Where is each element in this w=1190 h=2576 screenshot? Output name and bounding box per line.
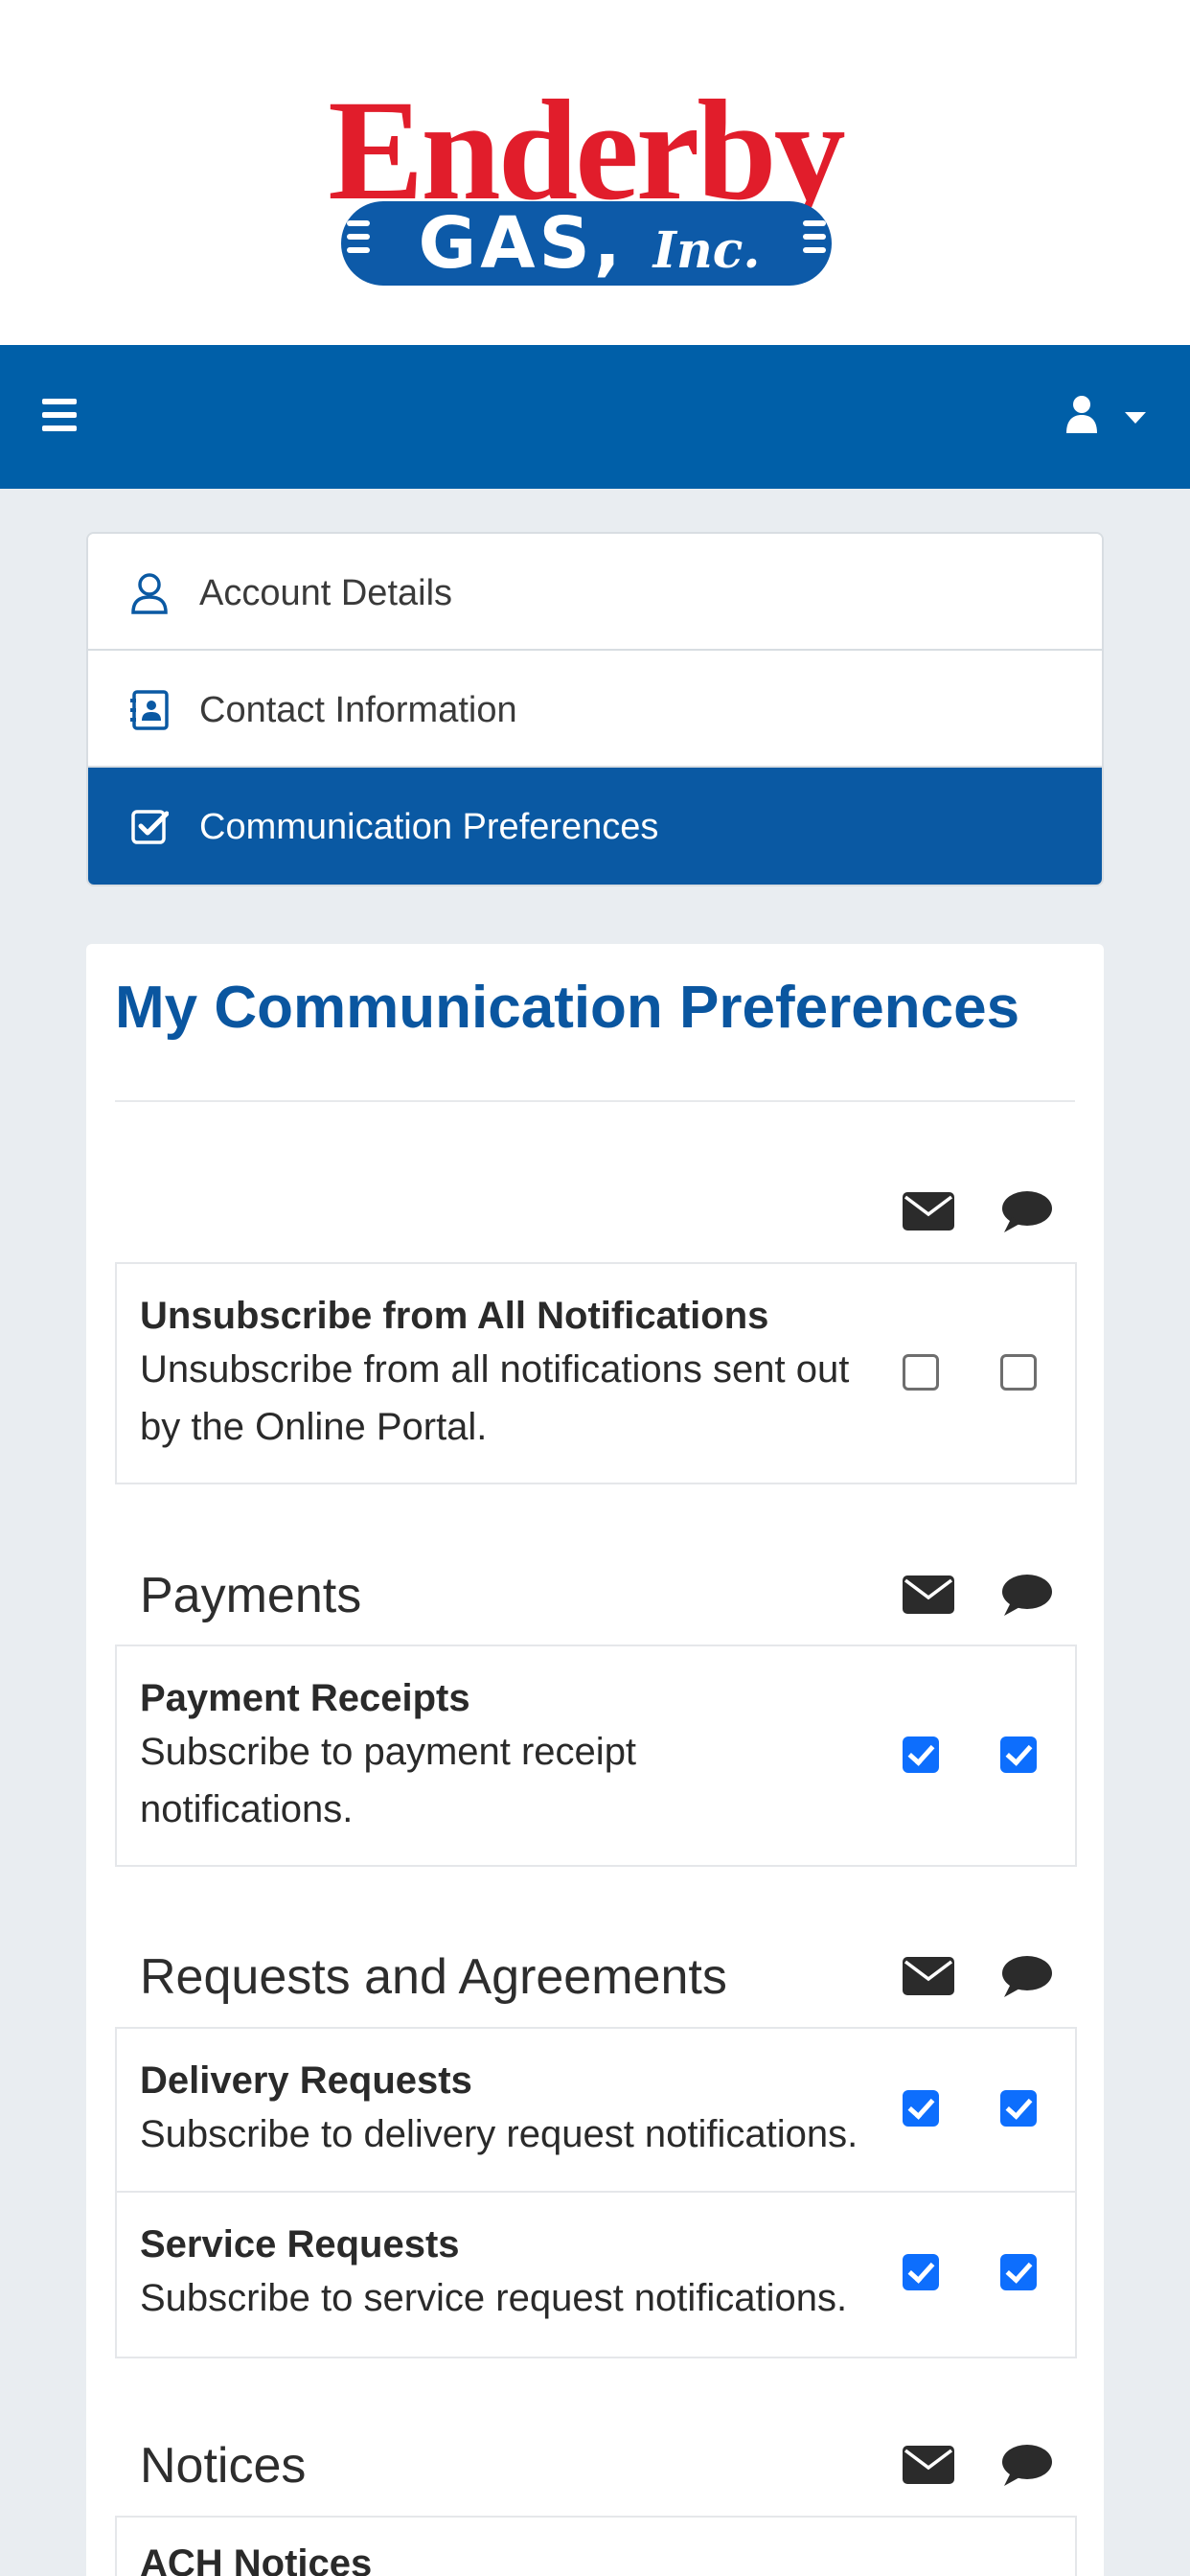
logo-badge: GAS, Inc. [341, 201, 832, 286]
delivery-requests-email-checkbox[interactable] [903, 2090, 939, 2127]
logo-gas-text: GAS, Inc. [418, 202, 761, 285]
chevron-down-icon [1125, 412, 1146, 424]
service-requests-sms-checkbox[interactable] [1000, 2254, 1037, 2290]
envelope-icon [903, 1192, 954, 1230]
top-navbar [0, 345, 1190, 489]
pref-description: Subscribe to service request notificatio… [140, 2277, 848, 2319]
enderby-gas-logo[interactable]: Enderby GAS, Inc. [314, 79, 857, 291]
pref-description: Subscribe to delivery request notificati… [140, 2113, 858, 2155]
account-menu: Account Details Contact Information Comm… [86, 532, 1104, 886]
pref-description: Subscribe to payment receipt notificatio… [140, 1731, 637, 1830]
chat-bubble-icon [1002, 2445, 1052, 2486]
service-requests-email-checkbox[interactable] [903, 2254, 939, 2290]
menu-item-label: Communication Preferences [199, 807, 659, 847]
pref-row-ach-notices: ACH Notices [117, 2518, 1075, 2576]
notices-box: ACH Notices [115, 2516, 1077, 2576]
payment-receipts-sms-checkbox[interactable] [1000, 1736, 1037, 1773]
pref-row-payment-receipts: Payment Receipts Subscribe to payment re… [117, 1646, 1075, 1865]
user-icon [1066, 396, 1097, 433]
chat-bubble-icon [1002, 1191, 1052, 1232]
menu-item-label: Contact Information [199, 690, 517, 730]
pref-row-unsubscribe: Unsubscribe from All Notifications Unsub… [117, 1264, 1075, 1483]
envelope-icon [903, 1957, 954, 1995]
pref-row-delivery-requests: Delivery Requests Subscribe to delivery … [117, 2029, 1075, 2193]
pref-name: Service Requests [140, 2223, 460, 2266]
pref-name: Unsubscribe from All Notifications [140, 1295, 769, 1337]
menu-item-account-details[interactable]: Account Details [88, 534, 1102, 651]
page-title: My Communication Preferences [115, 975, 1020, 1041]
delivery-requests-sms-checkbox[interactable] [1000, 2090, 1037, 2127]
pref-name: ACH Notices [140, 2542, 373, 2576]
logo-lines-left [347, 220, 370, 266]
user-icon [131, 573, 168, 614]
envelope-icon [903, 1576, 954, 1614]
unsubscribe-sms-checkbox[interactable] [1000, 1354, 1037, 1391]
hamburger-menu-icon[interactable] [42, 399, 77, 433]
contact-card-icon [130, 690, 169, 730]
menu-item-label: Account Details [199, 573, 453, 613]
group-title-payments: Payments [140, 1568, 362, 1623]
unsubscribe-email-checkbox[interactable] [903, 1354, 939, 1391]
logo-lines-right [803, 220, 826, 266]
chat-bubble-icon [1002, 1956, 1052, 1997]
pref-name: Delivery Requests [140, 2059, 472, 2102]
envelope-icon [903, 2446, 954, 2484]
logo-header: Enderby GAS, Inc. [0, 0, 1190, 345]
requests-box: Delivery Requests Subscribe to delivery … [115, 2027, 1077, 2358]
unsubscribe-box: Unsubscribe from All Notifications Unsub… [115, 1262, 1077, 1484]
check-square-icon [131, 810, 169, 844]
group-title-requests-and-agreements: Requests and Agreements [140, 1949, 727, 2005]
user-menu-button[interactable] [1062, 393, 1154, 441]
divider [115, 1100, 1075, 1102]
pref-description: Unsubscribe from all notifications sent … [140, 1348, 850, 1448]
pref-row-service-requests: Service Requests Subscribe to service re… [117, 2193, 1075, 2357]
menu-item-communication-preferences[interactable]: Communication Preferences [88, 768, 1102, 885]
pref-name: Payment Receipts [140, 1677, 470, 1719]
payments-box: Payment Receipts Subscribe to payment re… [115, 1644, 1077, 1867]
menu-item-contact-information[interactable]: Contact Information [88, 651, 1102, 768]
group-title-notices: Notices [140, 2438, 307, 2494]
payment-receipts-email-checkbox[interactable] [903, 1736, 939, 1773]
preferences-card: My Communication Preferences Unsubscribe… [86, 944, 1104, 2576]
chat-bubble-icon [1002, 1575, 1052, 1616]
